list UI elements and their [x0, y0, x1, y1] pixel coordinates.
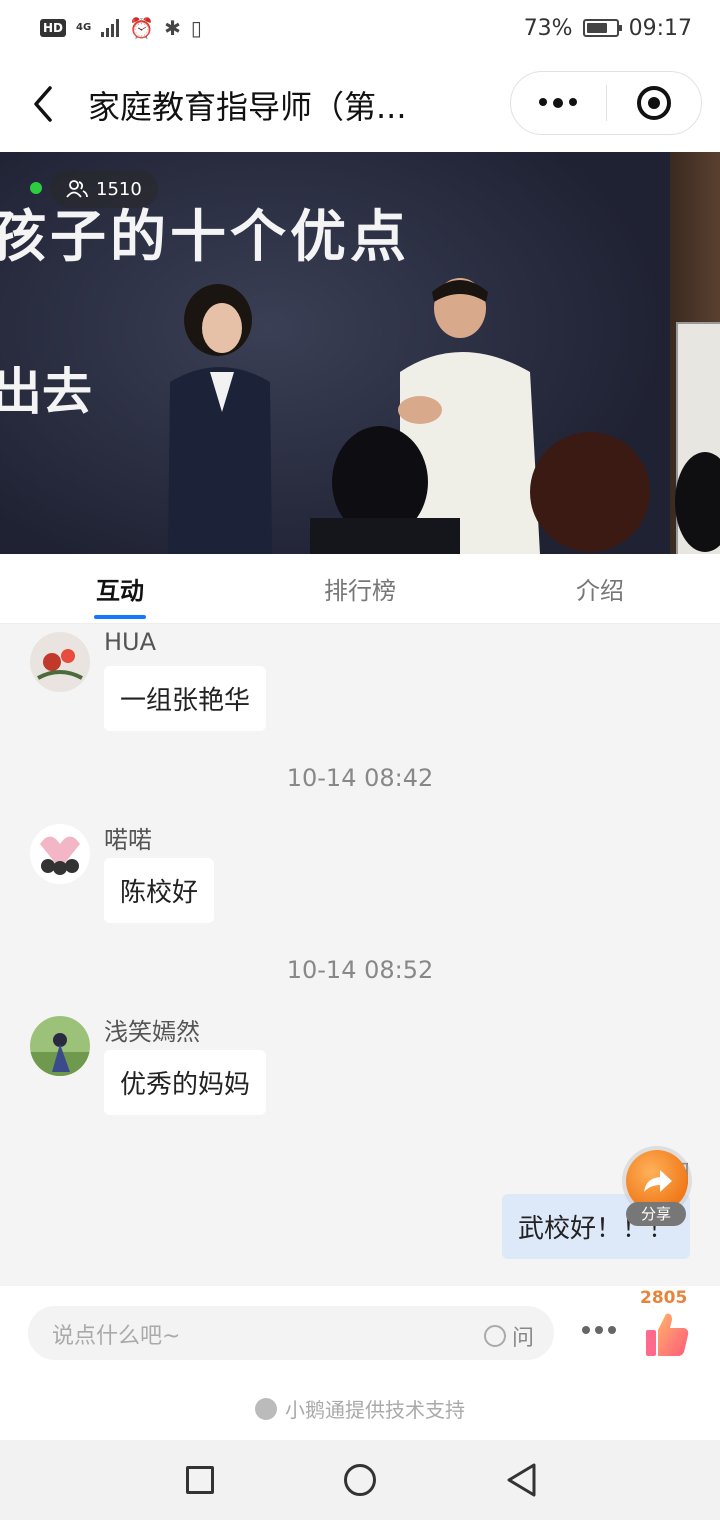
- close-button[interactable]: [607, 86, 702, 120]
- tab-intro[interactable]: 介绍: [480, 554, 720, 623]
- tab-label: 互动: [96, 577, 144, 605]
- live-video[interactable]: 孩子的十个优点 出去 1510: [0, 152, 720, 554]
- tab-interact[interactable]: 互动: [0, 554, 240, 623]
- recents-icon[interactable]: [186, 1466, 214, 1494]
- chat-bubble: 一组张艳华: [104, 666, 267, 731]
- chat-list[interactable]: HUA 一组张艳华 10-14 08:42 喏喏 陈校好 10-14 08:52…: [0, 624, 720, 1286]
- chat-message: HUA 一组张艳华: [30, 624, 430, 744]
- home-icon[interactable]: [344, 1464, 376, 1496]
- avatar[interactable]: [30, 632, 90, 692]
- battery-percent: 73%: [523, 15, 573, 41]
- like-count: 2805: [640, 1288, 688, 1308]
- status-bar: HD 4G ⏰ ✱ ▯ 73% 09:17: [0, 0, 720, 56]
- comment-input[interactable]: 说点什么吧~ 问: [28, 1306, 554, 1360]
- chat-bubble: 优秀的妈妈: [104, 1050, 267, 1115]
- xiaoe-logo-icon: [255, 1397, 277, 1420]
- radio-icon: [483, 1325, 506, 1347]
- nav-back-icon[interactable]: [504, 1462, 538, 1498]
- chat-bubble: 陈校好: [104, 858, 215, 923]
- powered-by: 小鹅通提供技术支持: [0, 1394, 720, 1423]
- battery-icon: [582, 19, 622, 37]
- more-dot: [539, 98, 548, 106]
- viewer-count-badge: 1510: [50, 170, 158, 208]
- avatar[interactable]: [30, 1016, 90, 1076]
- chat-username: 浅笑嫣然: [104, 1018, 200, 1046]
- like-thumb-icon[interactable]: [644, 1310, 690, 1358]
- chat-message: 浅笑嫣然 优秀的妈妈: [30, 1008, 430, 1128]
- tab-label: 介绍: [576, 577, 624, 605]
- alarm-icon: ⏰: [129, 16, 155, 40]
- tab-leaderboard[interactable]: 排行榜: [240, 554, 480, 623]
- viewer-count: 1510: [96, 178, 142, 200]
- screen-text-line2: 出去: [0, 362, 92, 421]
- vibrate-icon: ▯: [190, 16, 202, 40]
- signal-icon: [101, 19, 120, 37]
- audience-heads: [310, 426, 720, 554]
- title-bar: 家庭教育指导师（第...: [0, 56, 720, 152]
- more-options-button[interactable]: [582, 1326, 616, 1334]
- close-target-icon: [636, 86, 671, 120]
- network-label: 4G: [76, 22, 92, 33]
- ask-question-toggle[interactable]: 问: [483, 1320, 534, 1352]
- chat-username: 喏喏: [104, 826, 152, 854]
- more-dot: [553, 98, 564, 108]
- chat-timestamp: 10-14 08:52: [286, 956, 434, 984]
- hd-badge: HD: [40, 19, 67, 37]
- powered-by-text: 小鹅通提供技术支持: [285, 1398, 465, 1422]
- back-icon[interactable]: [28, 84, 60, 124]
- status-right: 73% 09:17: [524, 16, 692, 41]
- bluetooth-icon: ✱: [164, 16, 181, 40]
- tab-label: 排行榜: [324, 577, 396, 605]
- comment-placeholder: 说点什么吧~: [52, 1324, 181, 1349]
- speaker-woman: [168, 284, 272, 554]
- viewers-icon: [66, 180, 88, 198]
- system-nav-bar: [0, 1440, 720, 1520]
- chat-username: HUA: [104, 628, 157, 656]
- live-status-dot: [30, 182, 42, 194]
- more-dot: [569, 98, 578, 106]
- share-label: 分享: [626, 1202, 686, 1226]
- share-button[interactable]: 分享: [626, 1150, 690, 1228]
- tab-bar: 互动 排行榜 介绍: [0, 554, 720, 624]
- input-bar: 说点什么吧~ 问 2805 小鹅通提供技术支持: [0, 1286, 720, 1440]
- chat-message: 喏喏 陈校好: [30, 816, 430, 936]
- clock: 09:17: [628, 15, 692, 41]
- chat-timestamp: 10-14 08:42: [286, 764, 434, 792]
- more-button[interactable]: [511, 98, 606, 108]
- miniprogram-capsule: [510, 71, 702, 135]
- avatar[interactable]: [30, 824, 90, 884]
- status-left: HD 4G ⏰ ✱ ▯: [40, 16, 202, 40]
- page-title: 家庭教育指导师（第...: [88, 88, 407, 126]
- ask-label: 问: [511, 1326, 534, 1351]
